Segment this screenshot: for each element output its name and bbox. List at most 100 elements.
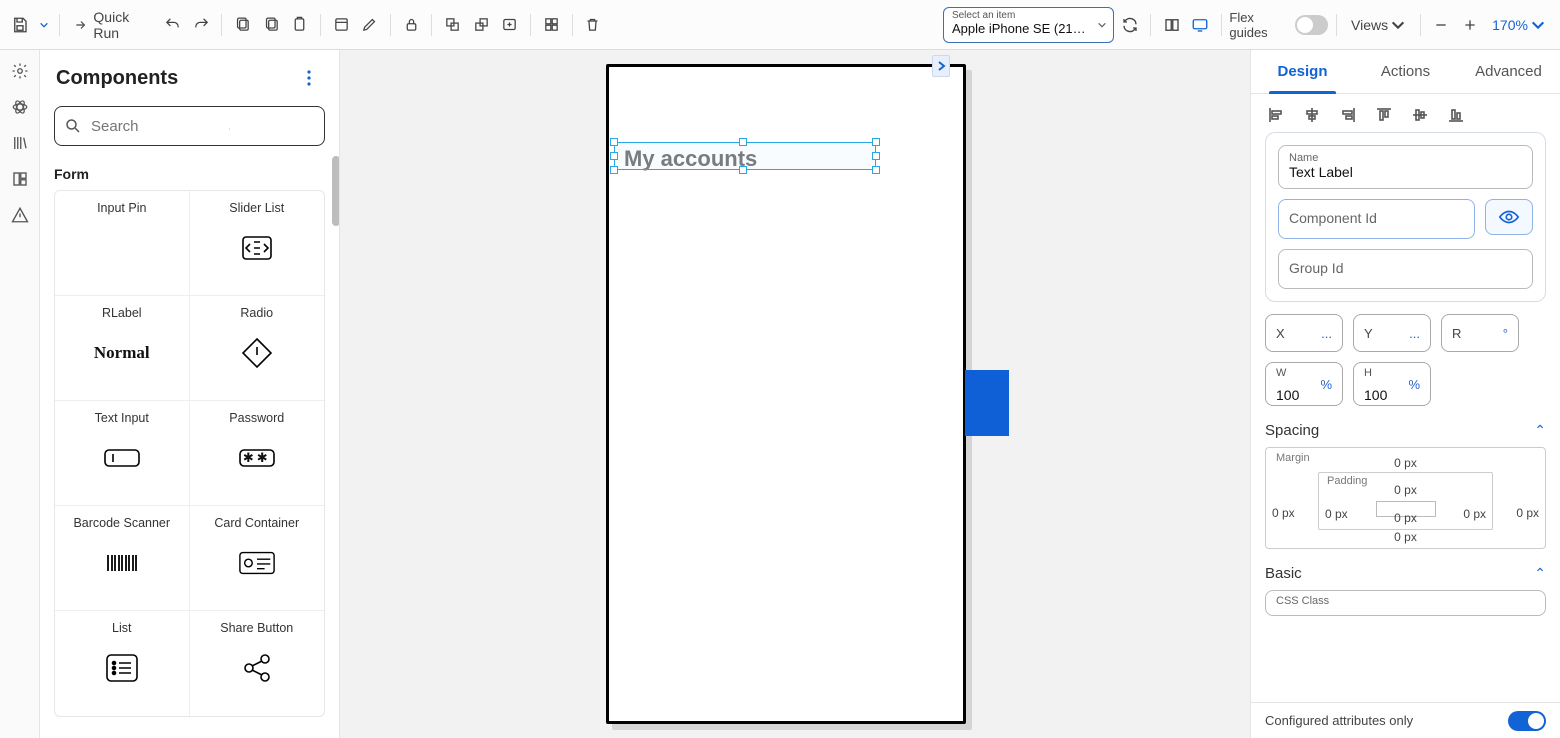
rail-layout-icon[interactable] — [9, 168, 31, 190]
rotation-field[interactable]: R° — [1441, 314, 1519, 352]
y-field[interactable]: Y... — [1353, 314, 1431, 352]
top-toolbar: Quick Run Select an item Apple iPhone SE… — [0, 0, 1560, 50]
selection-handle[interactable] — [872, 138, 880, 146]
save-dropdown[interactable] — [37, 11, 51, 39]
component-list[interactable]: List — [55, 611, 190, 716]
design-canvas[interactable]: My accounts — [340, 50, 1250, 738]
selection-handle[interactable] — [872, 166, 880, 174]
styles-button[interactable] — [329, 11, 354, 39]
component-input-pin[interactable]: Input Pin — [55, 191, 190, 296]
lock-button[interactable] — [399, 11, 424, 39]
cut-button[interactable] — [230, 11, 255, 39]
save-button[interactable] — [8, 11, 33, 39]
component-id-field[interactable]: Component Id — [1278, 199, 1475, 239]
selection-handle[interactable] — [610, 152, 618, 160]
left-rail — [0, 50, 40, 738]
grid-arrange-button[interactable] — [539, 11, 564, 39]
spacing-section-title: Spacing — [1265, 422, 1319, 439]
basic-section-title: Basic — [1265, 565, 1302, 582]
card-container-icon — [238, 544, 276, 582]
radio-icon — [238, 334, 276, 372]
component-card-container[interactable]: Card Container — [190, 506, 325, 611]
flex-guides-toggle[interactable] — [1295, 15, 1328, 35]
delete-button[interactable] — [580, 11, 605, 39]
rail-settings-icon[interactable] — [9, 60, 31, 82]
device-preview-button[interactable] — [1188, 11, 1213, 39]
component-password[interactable]: Password ✱✱ — [190, 401, 325, 506]
selection-handle[interactable] — [610, 138, 618, 146]
align-center-h-button[interactable] — [1301, 104, 1323, 126]
share-icon — [238, 649, 276, 687]
rail-warning-icon[interactable] — [9, 204, 31, 226]
send-back-button[interactable] — [469, 11, 494, 39]
flex-guides-label: Flex guides — [1229, 10, 1287, 40]
paste-button[interactable] — [287, 11, 312, 39]
height-field[interactable]: H 100 % — [1353, 362, 1431, 406]
components-menu-button[interactable] — [295, 64, 323, 92]
component-radio[interactable]: Radio — [190, 296, 325, 401]
layout-panel-button[interactable] — [1159, 11, 1184, 39]
zoom-level-dropdown[interactable]: 170% — [1486, 13, 1552, 37]
text-cursor-icon — [229, 120, 230, 138]
undo-button[interactable] — [160, 11, 185, 39]
x-field[interactable]: X... — [1265, 314, 1343, 352]
align-right-button[interactable] — [1337, 104, 1359, 126]
device-select[interactable]: Select an item Apple iPhone SE (214×... — [943, 7, 1114, 43]
spacing-editor[interactable]: Margin 0 px 0 px 0 px 0 px Padding 0 px … — [1265, 447, 1546, 549]
quick-run-label: Quick Run — [93, 9, 150, 41]
align-top-button[interactable] — [1373, 104, 1395, 126]
css-class-field[interactable]: CSS Class — [1265, 590, 1546, 616]
tab-advanced[interactable]: Advanced — [1457, 50, 1560, 93]
components-scrollbar[interactable] — [332, 156, 339, 226]
list-icon — [103, 649, 141, 687]
input-pin-icon — [103, 229, 141, 267]
barcode-icon — [103, 544, 141, 582]
visibility-toggle-button[interactable] — [1485, 199, 1533, 235]
password-icon: ✱✱ — [238, 439, 276, 477]
selection-handle[interactable] — [872, 152, 880, 160]
configured-attrs-label: Configured attributes only — [1265, 713, 1413, 728]
selection-handle[interactable] — [610, 166, 618, 174]
component-rlabel[interactable]: RLabel Normal — [55, 296, 190, 401]
component-slider-list[interactable]: Slider List — [190, 191, 325, 296]
rail-atom-icon[interactable] — [9, 96, 31, 118]
basic-collapse-button[interactable]: ⌃ — [1534, 565, 1546, 582]
redo-button[interactable] — [189, 11, 214, 39]
group-id-field[interactable]: Group Id — [1278, 249, 1533, 289]
zoom-in-button[interactable] — [1458, 11, 1483, 39]
refresh-button[interactable] — [1118, 11, 1143, 39]
components-title: Components — [56, 67, 178, 90]
copy-button[interactable] — [259, 11, 284, 39]
quick-run-button[interactable]: Quick Run — [68, 5, 157, 45]
align-bottom-button[interactable] — [1445, 104, 1467, 126]
name-field[interactable]: Name Text Label — [1278, 145, 1533, 189]
chevron-down-icon — [1097, 20, 1107, 30]
component-barcode-scanner[interactable]: Barcode Scanner — [55, 506, 190, 611]
align-center-v-button[interactable] — [1409, 104, 1431, 126]
tab-actions[interactable]: Actions — [1354, 50, 1457, 93]
tab-design[interactable]: Design — [1251, 50, 1354, 93]
bring-front-button[interactable] — [440, 11, 465, 39]
text-input-icon — [103, 439, 141, 477]
spacing-collapse-button[interactable]: ⌃ — [1534, 422, 1546, 439]
component-text-input[interactable]: Text Input — [55, 401, 190, 506]
views-dropdown[interactable]: Views — [1345, 13, 1412, 37]
container-add-button[interactable] — [497, 11, 522, 39]
configured-attrs-toggle[interactable] — [1508, 711, 1546, 731]
rlabel-icon: Normal — [103, 334, 141, 372]
components-search-input[interactable] — [54, 106, 325, 146]
align-left-button[interactable] — [1265, 104, 1287, 126]
group-title-form: Form — [54, 166, 325, 182]
edit-pencil-button[interactable] — [357, 11, 382, 39]
alignment-row — [1251, 94, 1560, 132]
zoom-out-button[interactable] — [1429, 11, 1454, 39]
rail-library-icon[interactable] — [9, 132, 31, 154]
selection-handle[interactable] — [739, 166, 747, 174]
selection-handle[interactable] — [739, 138, 747, 146]
component-share-button[interactable]: Share Button — [190, 611, 325, 716]
canvas-side-handle[interactable] — [965, 370, 1009, 436]
slider-list-icon — [238, 229, 276, 267]
width-field[interactable]: W 100 % — [1265, 362, 1343, 406]
inspector-panel: Design Actions Advanced Name Text Label — [1250, 50, 1560, 738]
inspector-collapse-button[interactable] — [932, 55, 950, 77]
